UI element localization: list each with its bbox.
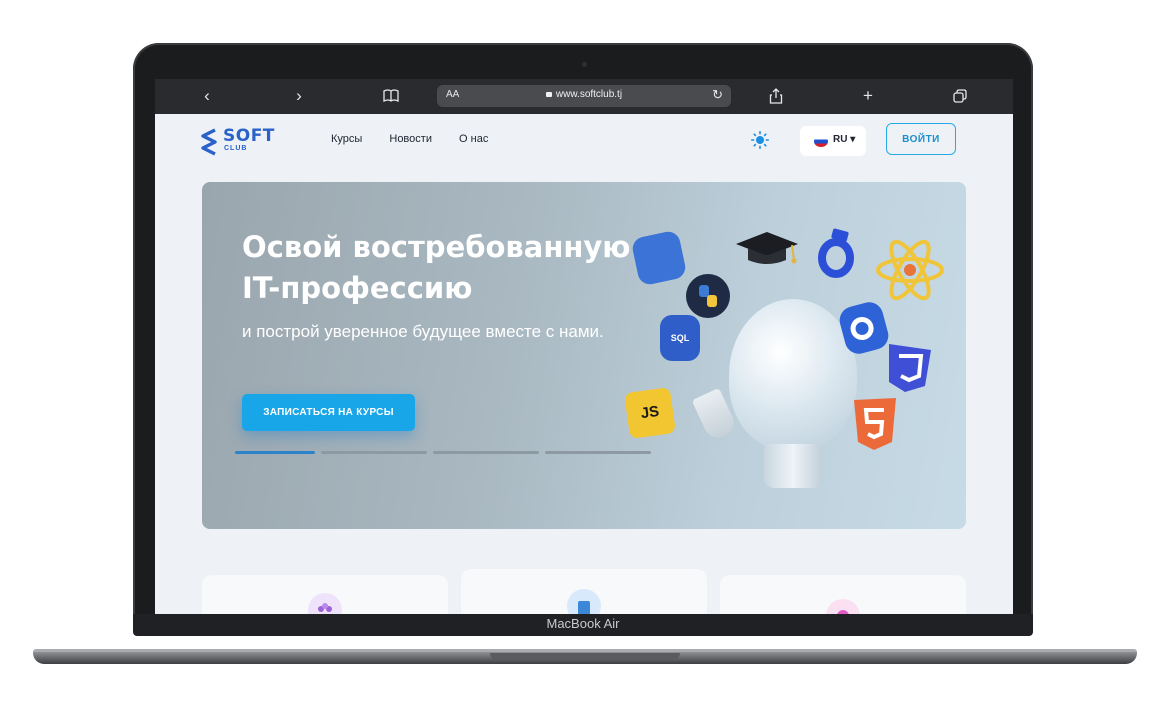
russia-flag-icon [814,136,828,147]
carousel-dot-1[interactable] [235,451,315,454]
react-atom-icon [876,239,944,301]
feature-card-1[interactable] [202,575,448,614]
screen: ‹ › AA www.softclub.tj ↻ + SOFT CLUB Кур… [155,79,1013,614]
carousel-dot-3[interactable] [433,451,539,454]
language-code: RU ▾ [833,134,856,145]
carousel-dot-4[interactable] [545,451,651,454]
forward-icon[interactable]: › [287,85,311,107]
nav-item-news[interactable]: Новости [389,133,432,145]
lightbulb-icon [729,299,857,451]
hero-title: Освой востребованную IT-профессию [242,227,702,309]
html5-icon [854,398,896,450]
nav-item-about[interactable]: О нас [459,133,488,145]
language-select[interactable]: RU ▾ [800,126,866,156]
share-icon[interactable] [764,85,788,107]
tabs-icon[interactable] [948,85,972,107]
design-icon [826,599,860,614]
main-nav: Курсы Новости О нас [331,133,512,145]
address-bar[interactable]: AA www.softclub.tj ↻ [437,85,731,107]
hero-title-line2: IT-профессию [242,271,473,306]
bootstrap-ring-icon [818,228,854,278]
device-label: MacBook Air [546,616,620,631]
css3-icon [889,344,931,392]
softclub-logo[interactable]: SOFT CLUB [201,126,281,156]
hero-title-line1: Освой востребованную [242,230,631,264]
laptop-chin: MacBook Air [133,614,1033,636]
site-header: SOFT CLUB Курсы Новости О нас RU ▾ ВОЙТИ [155,114,1013,170]
reload-icon[interactable]: ↻ [712,87,723,103]
sun-icon[interactable] [751,131,769,149]
enroll-button[interactable]: ЗАПИСАТЬСЯ НА КУРСЫ [242,394,415,431]
lock-icon [545,92,552,97]
url-text: www.softclub.tj [555,89,623,100]
carousel-dot-2[interactable] [321,451,427,454]
lightbulb-base [764,444,822,488]
hero-subtitle: и построй уверенное будущее вместе с нам… [242,322,604,341]
sql-database-icon: SQL [660,315,700,361]
browser-toolbar: ‹ › AA www.softclub.tj ↻ + [155,79,1013,114]
logo-mark-icon [201,128,217,156]
hero-banner: SQL JS Освой востребованную IT-профессию… [202,182,966,529]
community-icon [308,593,342,614]
feature-card-3[interactable] [720,575,966,614]
back-icon[interactable]: ‹ [195,85,219,107]
book-icon[interactable] [379,85,403,107]
logo-club-text: CLUB [224,145,248,152]
javascript-icon: JS [624,387,676,439]
logo-soft-text: SOFT [223,126,275,146]
feature-card-2[interactable] [461,569,707,614]
plus-icon[interactable]: + [856,85,880,107]
camera-icon [582,62,587,67]
app-icon [567,589,601,614]
laptop-notch [490,653,680,660]
url-display: www.softclub.tj [437,89,731,100]
login-button[interactable]: ВОЙТИ [886,123,956,155]
graduation-cap-icon [736,232,798,264]
nav-item-courses[interactable]: Курсы [331,133,362,145]
